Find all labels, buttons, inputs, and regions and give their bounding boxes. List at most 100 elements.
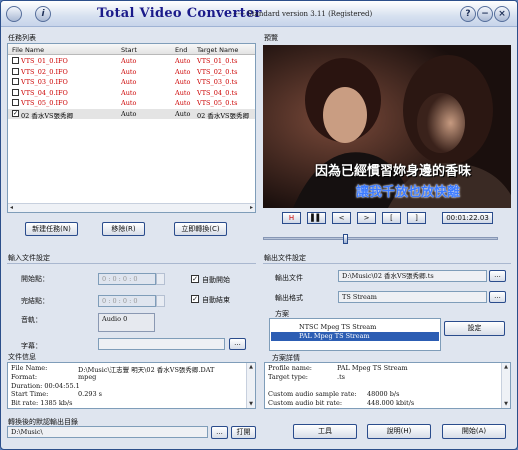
scheme-details-box: ▲ ▼ Profile name: PAL Mpeg TS Stream Target… — [264, 362, 511, 409]
scheme-settings-button[interactable]: 設定 — [444, 321, 505, 336]
output-format-browse-button[interactable]: ... — [489, 291, 506, 303]
detail-key: Profile name: — [268, 364, 312, 372]
output-file-label: 輸出文件 — [275, 275, 303, 282]
table-row[interactable]: VTS_01_0.IFO Auto Auto VTS_01_0.ts — [8, 56, 255, 66]
auto-end-label: 自動結束 — [202, 297, 230, 304]
convert-now-button[interactable]: 立即轉換(C) — [174, 222, 227, 236]
column-target-name[interactable]: Target Name — [197, 46, 238, 54]
audio-track-list[interactable]: Audio 0 — [98, 313, 155, 332]
detail-key: Target type: — [268, 372, 308, 381]
column-end[interactable]: End — [175, 46, 187, 54]
info-icon[interactable]: i — [35, 6, 51, 22]
column-file-name[interactable]: File Name — [12, 46, 44, 54]
row-end: Auto — [175, 88, 191, 97]
table-row[interactable]: VTS_05_0.IFO Auto Auto VTS_05_0.ts — [8, 98, 255, 108]
row-end: Auto — [175, 67, 191, 76]
start-button[interactable]: 開始(A) — [442, 424, 506, 439]
row-checkbox[interactable] — [12, 57, 19, 64]
row-name: VTS_01_0.IFO — [21, 57, 68, 65]
row-start: Auto — [121, 99, 137, 107]
next-frame-button[interactable]: > — [357, 212, 376, 224]
row-checkbox[interactable] — [12, 78, 19, 85]
row-name: VTS_02_0.IFO — [21, 67, 68, 76]
output-format-label: 輸出格式 — [275, 295, 303, 302]
open-folder-button[interactable]: 打開 — [231, 426, 256, 439]
file-info-value: mpeg — [78, 372, 97, 381]
new-task-button[interactable]: 新建任務(N) — [25, 222, 78, 236]
row-checkbox[interactable] — [12, 99, 19, 106]
row-start: Auto — [121, 78, 137, 86]
row-checkbox[interactable] — [12, 88, 19, 96]
karaoke-line-1: 因為已經慣習妳身邊的香味 — [314, 164, 471, 179]
start-point-field: 0 : 0 : 0 : 0 — [98, 273, 156, 285]
row-start: Auto — [121, 57, 137, 65]
detail-value: 448.000 kbit/s — [367, 399, 415, 408]
task-list-label: 任務列表 — [8, 35, 36, 42]
karaoke-line-2: 讓我千放也放快離 — [355, 185, 460, 200]
output-file-field[interactable]: D:\Music\02 香水VS張秀卿.ts — [338, 270, 487, 282]
row-name: VTS_04_0.IFO — [21, 88, 68, 97]
auto-end-checkbox[interactable]: ✓ — [191, 295, 199, 303]
row-name: 02 香水VS張秀卿 — [21, 111, 73, 120]
scheme-item[interactable]: NTSC Mpeg TS Stream — [271, 323, 439, 332]
task-list-hscrollbar[interactable]: ◂ ▸ — [8, 203, 255, 212]
file-info-key: File Name: — [11, 364, 48, 372]
output-format-field[interactable]: TS Stream — [338, 291, 487, 303]
input-settings-label: 輸入文件設定 — [8, 255, 50, 262]
minimize-button[interactable]: − — [477, 6, 493, 22]
app-logo — [6, 6, 22, 22]
preview-label: 預覽 — [264, 35, 278, 42]
app-version: ----- Standard version 3.11 (Registered) — [233, 10, 373, 18]
mark-out-button[interactable]: ] — [407, 212, 426, 224]
row-end: Auto — [175, 109, 191, 118]
task-list[interactable]: File Name Start End Target Name VTS_01_0… — [7, 43, 256, 213]
row-start: Auto — [121, 67, 137, 76]
scheme-details-scrollbar[interactable]: ▲ ▼ — [501, 363, 510, 408]
row-target: VTS_05_0.ts — [197, 99, 238, 107]
title-bar: i Total Video Converter ----- Standard v… — [1, 1, 517, 27]
task-list-header: File Name Start End Target Name — [8, 44, 255, 55]
help-icon[interactable]: ? — [460, 6, 476, 22]
default-dir-browse-button[interactable]: ... — [211, 426, 228, 439]
pause-button[interactable]: ▌▌ — [307, 212, 326, 224]
timecode-display: 00:01:22.03 — [442, 212, 493, 224]
table-row[interactable]: ✓ 02 香水VS張秀卿 Auto Auto 02 香水VS張秀卿 — [8, 108, 255, 120]
table-row[interactable]: VTS_03_0.IFO Auto Auto VTS_03_0.ts — [8, 77, 255, 87]
subtitle-browse-button[interactable]: ... — [229, 338, 246, 350]
help-button[interactable]: 說明(H) — [367, 424, 431, 439]
detail-key: Custom audio bit rate: — [268, 399, 343, 408]
table-row[interactable]: VTS_04_0.IFO Auto Auto VTS_04_0.ts — [8, 88, 255, 98]
file-info-box: ▲ ▼ File Name: D:\Music\江志豐 明天\02 香水VS張秀卿.… — [7, 362, 256, 409]
row-name: VTS_05_0.IFO — [21, 99, 68, 107]
detail-value: .ts — [337, 372, 346, 381]
seek-thumb[interactable] — [343, 234, 349, 244]
output-file-browse-button[interactable]: ... — [489, 270, 506, 282]
file-info-scrollbar[interactable]: ▲ ▼ — [246, 363, 255, 408]
auto-start-checkbox[interactable]: ✓ — [191, 275, 199, 283]
column-start[interactable]: Start — [121, 46, 137, 54]
file-info-key: Bit rate: 1385 kb/s — [11, 399, 73, 408]
close-button[interactable]: × — [494, 6, 510, 22]
scheme-item[interactable]: PAL Mpeg TS Stream — [271, 332, 439, 341]
row-end: Auto — [175, 99, 191, 107]
row-checkbox[interactable]: ✓ — [12, 109, 19, 117]
stop-button[interactable]: H — [282, 212, 301, 224]
detail-key: Custom audio sample rate: — [268, 390, 357, 399]
row-end: Auto — [175, 57, 191, 65]
row-start: Auto — [121, 88, 137, 97]
subtitle-field[interactable] — [98, 338, 225, 350]
mark-in-button[interactable]: [ — [382, 212, 401, 224]
remove-button[interactable]: 移除(R) — [102, 222, 145, 236]
detail-value: PAL Mpeg TS Stream — [337, 364, 408, 372]
row-checkbox[interactable] — [12, 67, 19, 75]
row-target: VTS_03_0.ts — [197, 78, 238, 86]
row-end: Auto — [175, 78, 191, 86]
seek-track[interactable] — [263, 234, 498, 244]
prev-frame-button[interactable]: < — [332, 212, 351, 224]
default-output-dir-field[interactable]: D:\Music\ — [7, 426, 208, 438]
file-info-value: 0.293 s — [78, 390, 103, 399]
auto-start-label: 自動開始 — [202, 277, 230, 284]
scheme-list[interactable]: NTSC Mpeg TS Stream PAL Mpeg TS Stream — [269, 318, 441, 351]
table-row[interactable]: VTS_02_0.IFO Auto Auto VTS_02_0.ts — [8, 67, 255, 77]
tools-button[interactable]: 工具 — [293, 424, 357, 439]
